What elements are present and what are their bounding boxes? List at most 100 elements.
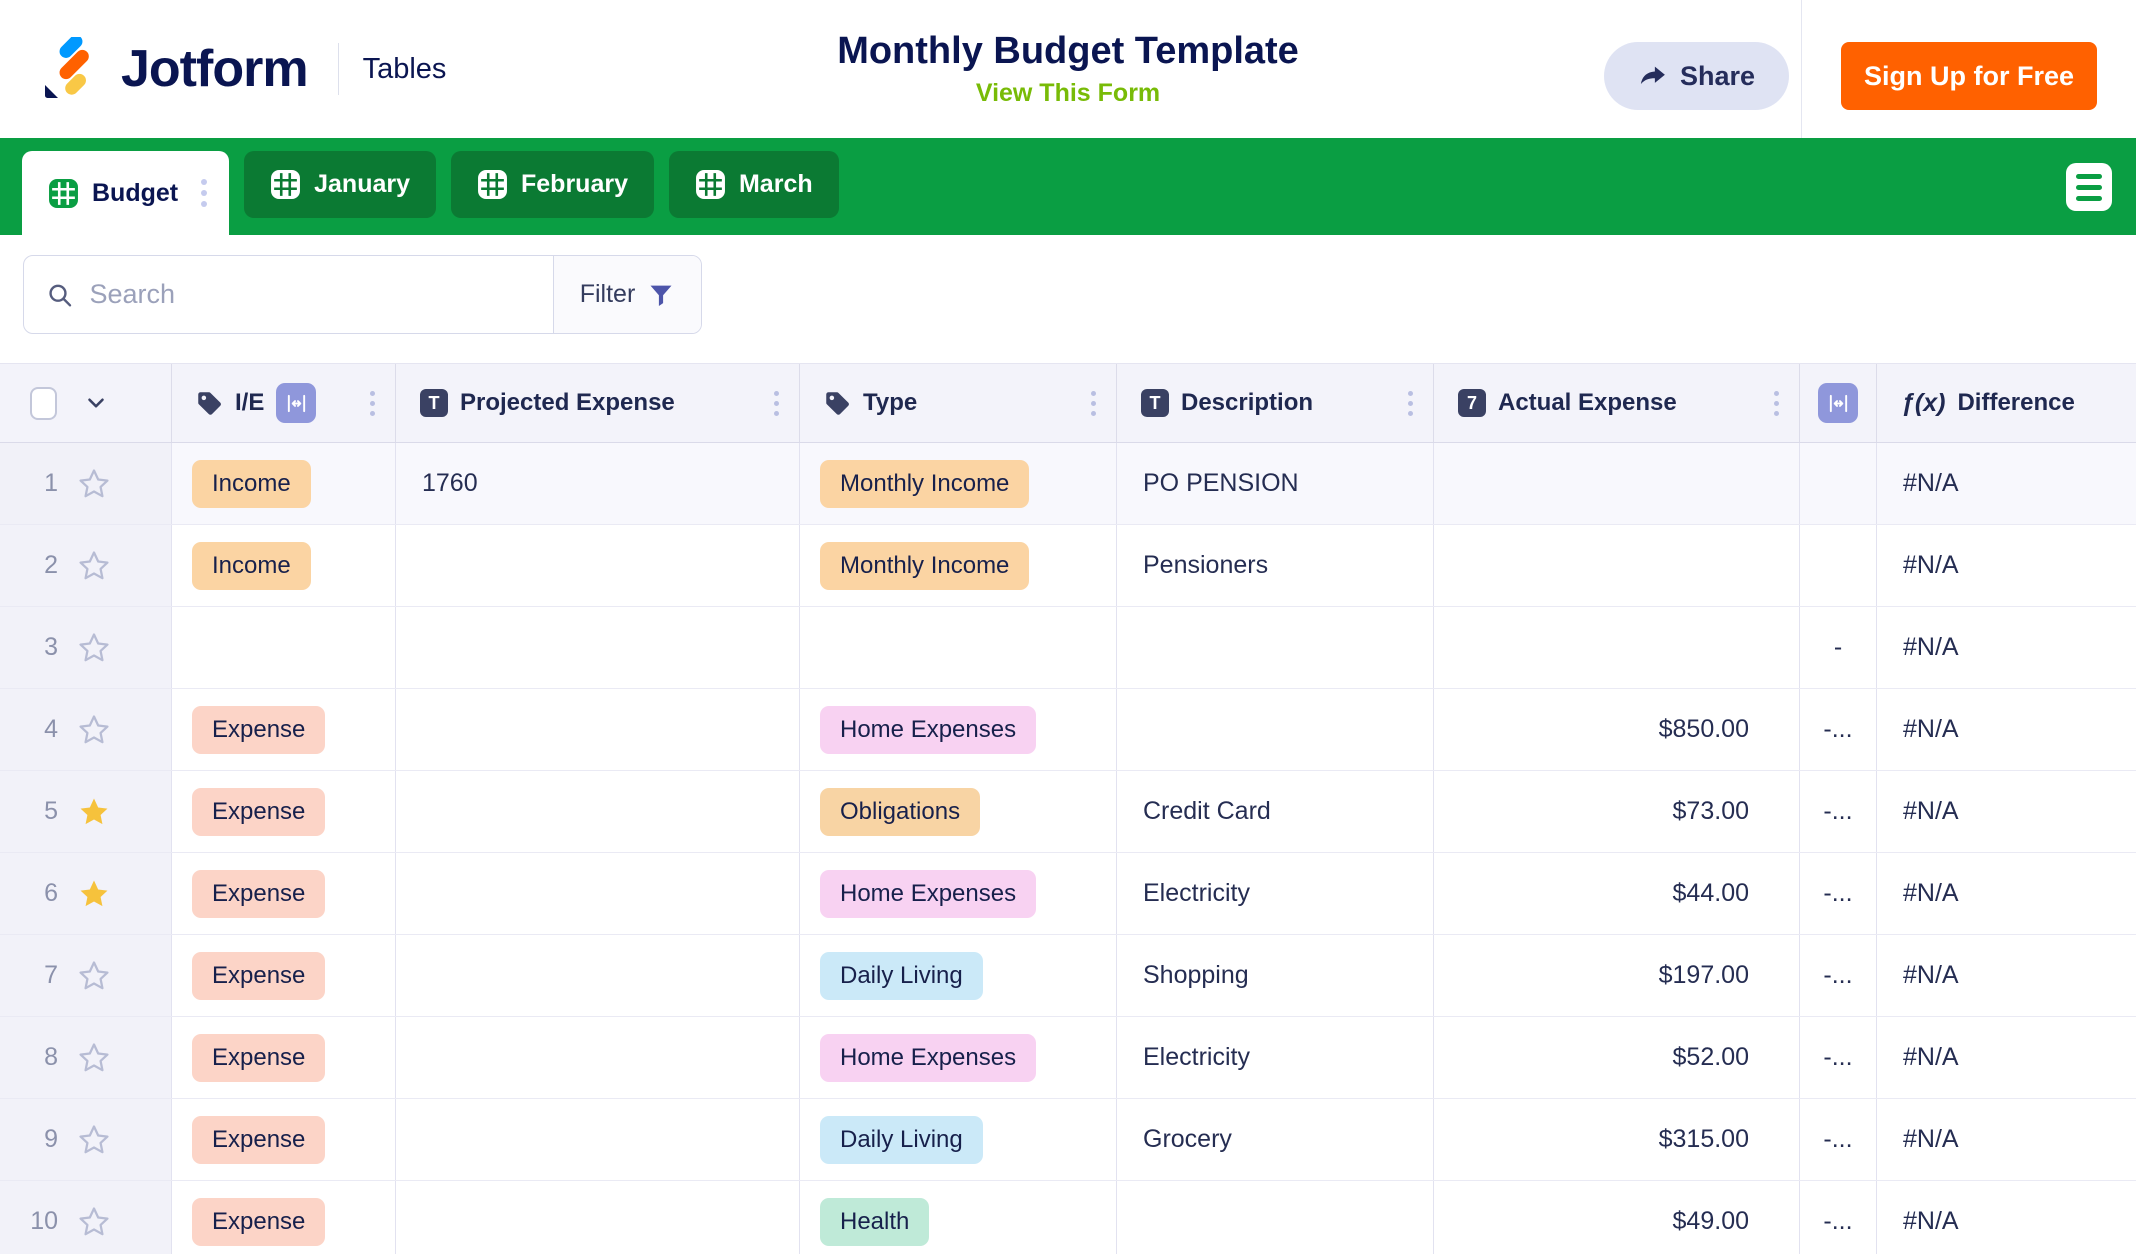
- cell-resize-column[interactable]: [1800, 525, 1877, 606]
- cell-resize-column[interactable]: -...: [1800, 1099, 1877, 1180]
- cell-ie[interactable]: Expense: [172, 1181, 396, 1254]
- cell-description[interactable]: Shopping: [1117, 935, 1434, 1016]
- jotform-logo[interactable]: Jotform Tables: [39, 0, 446, 138]
- cell-type[interactable]: Obligations: [800, 771, 1117, 852]
- type-badge[interactable]: Home Expenses: [820, 1033, 1037, 1082]
- type-badge[interactable]: Obligations: [820, 787, 981, 836]
- cell-resize-column[interactable]: -...: [1800, 771, 1877, 852]
- cell-actual-expense[interactable]: [1434, 443, 1800, 524]
- column-menu-icon[interactable]: [1768, 385, 1785, 422]
- tab-march[interactable]: March: [668, 151, 839, 218]
- cell-actual-expense[interactable]: $49.00: [1434, 1181, 1800, 1254]
- cell-ie[interactable]: [172, 607, 396, 688]
- column-menu-icon[interactable]: [1085, 385, 1102, 422]
- ie-badge[interactable]: Expense: [192, 705, 326, 754]
- column-menu-icon[interactable]: [1402, 385, 1419, 422]
- cell-projected-expense[interactable]: [396, 525, 800, 606]
- cell-difference[interactable]: #N/A: [1877, 1099, 2136, 1180]
- star-icon[interactable]: [76, 712, 112, 748]
- cell-resize-column[interactable]: [1800, 443, 1877, 524]
- cell-projected-expense[interactable]: [396, 771, 800, 852]
- cell-ie[interactable]: Expense: [172, 853, 396, 934]
- ie-badge[interactable]: Income: [192, 459, 311, 508]
- cell-actual-expense[interactable]: $197.00: [1434, 935, 1800, 1016]
- cell-difference[interactable]: #N/A: [1877, 689, 2136, 770]
- cell-ie[interactable]: Expense: [172, 1017, 396, 1098]
- cell-projected-expense[interactable]: 1760: [396, 443, 800, 524]
- cell-ie[interactable]: Income: [172, 525, 396, 606]
- select-all-checkbox[interactable]: [30, 386, 57, 420]
- ie-badge[interactable]: Expense: [192, 951, 326, 1000]
- column-header-type[interactable]: Type: [800, 364, 1117, 442]
- cell-description[interactable]: Electricity: [1117, 1017, 1434, 1098]
- cell-description[interactable]: PO PENSION: [1117, 443, 1434, 524]
- cell-difference[interactable]: #N/A: [1877, 607, 2136, 688]
- star-icon[interactable]: [76, 794, 112, 830]
- column-resize-icon[interactable]: [276, 383, 317, 423]
- cell-ie[interactable]: Expense: [172, 1099, 396, 1180]
- cell-actual-expense[interactable]: $52.00: [1434, 1017, 1800, 1098]
- chevron-down-icon[interactable]: [83, 390, 109, 416]
- cell-resize-column[interactable]: -: [1800, 607, 1877, 688]
- view-this-form-link[interactable]: View This Form: [976, 79, 1160, 108]
- cell-difference[interactable]: #N/A: [1877, 935, 2136, 1016]
- type-badge[interactable]: Home Expenses: [820, 705, 1037, 754]
- cell-difference[interactable]: #N/A: [1877, 525, 2136, 606]
- star-icon[interactable]: [76, 466, 112, 502]
- cell-projected-expense[interactable]: [396, 935, 800, 1016]
- cell-ie[interactable]: Income: [172, 443, 396, 524]
- star-icon[interactable]: [76, 548, 112, 584]
- cell-actual-expense[interactable]: $850.00: [1434, 689, 1800, 770]
- cell-description[interactable]: [1117, 689, 1434, 770]
- cell-resize-column[interactable]: -...: [1800, 689, 1877, 770]
- cell-description[interactable]: Pensioners: [1117, 525, 1434, 606]
- column-header-ie[interactable]: I/E: [172, 364, 396, 442]
- tab-menu-kebab-icon[interactable]: [191, 171, 213, 215]
- search-input[interactable]: [89, 279, 553, 310]
- cell-type[interactable]: Daily Living: [800, 1099, 1117, 1180]
- ie-badge[interactable]: Expense: [192, 787, 326, 836]
- cell-type[interactable]: Home Expenses: [800, 689, 1117, 770]
- type-badge[interactable]: Daily Living: [820, 1115, 983, 1164]
- cell-actual-expense[interactable]: [1434, 607, 1800, 688]
- star-icon[interactable]: [76, 630, 112, 666]
- cell-type[interactable]: [800, 607, 1117, 688]
- cell-difference[interactable]: #N/A: [1877, 1181, 2136, 1254]
- cell-difference[interactable]: #N/A: [1877, 1017, 2136, 1098]
- star-icon[interactable]: [76, 1122, 112, 1158]
- ie-badge[interactable]: Expense: [192, 869, 326, 918]
- column-header-projected[interactable]: T Projected Expense: [396, 364, 800, 442]
- ie-badge[interactable]: Income: [192, 541, 311, 590]
- cell-projected-expense[interactable]: [396, 689, 800, 770]
- star-icon[interactable]: [76, 876, 112, 912]
- cell-type[interactable]: Monthly Income: [800, 525, 1117, 606]
- cell-projected-expense[interactable]: [396, 853, 800, 934]
- cell-actual-expense[interactable]: $44.00: [1434, 853, 1800, 934]
- ie-badge[interactable]: Expense: [192, 1197, 326, 1246]
- signup-button[interactable]: Sign Up for Free: [1841, 42, 2097, 110]
- cell-resize-column[interactable]: -...: [1800, 935, 1877, 1016]
- cell-actual-expense[interactable]: [1434, 525, 1800, 606]
- cell-resize-column[interactable]: -...: [1800, 1017, 1877, 1098]
- type-badge[interactable]: Monthly Income: [820, 541, 1030, 590]
- share-button[interactable]: Share: [1604, 42, 1790, 110]
- column-menu-icon[interactable]: [768, 385, 785, 422]
- column-resize-icon[interactable]: [1818, 383, 1858, 423]
- type-badge[interactable]: Health: [820, 1197, 930, 1246]
- sheet-list-menu-button[interactable]: [2066, 163, 2112, 211]
- star-icon[interactable]: [76, 958, 112, 994]
- tab-budget[interactable]: Budget: [22, 151, 230, 235]
- ie-badge[interactable]: Expense: [192, 1115, 326, 1164]
- cell-difference[interactable]: #N/A: [1877, 443, 2136, 524]
- cell-type[interactable]: Home Expenses: [800, 1017, 1117, 1098]
- column-header-actual[interactable]: 7 Actual Expense: [1434, 364, 1800, 442]
- cell-description[interactable]: Grocery: [1117, 1099, 1434, 1180]
- cell-type[interactable]: Health: [800, 1181, 1117, 1254]
- cell-projected-expense[interactable]: [396, 607, 800, 688]
- cell-projected-expense[interactable]: [396, 1017, 800, 1098]
- type-badge[interactable]: Home Expenses: [820, 869, 1037, 918]
- cell-actual-expense[interactable]: $315.00: [1434, 1099, 1800, 1180]
- filter-button[interactable]: Filter: [553, 256, 701, 333]
- cell-ie[interactable]: Expense: [172, 689, 396, 770]
- column-header-resize[interactable]: [1800, 364, 1877, 442]
